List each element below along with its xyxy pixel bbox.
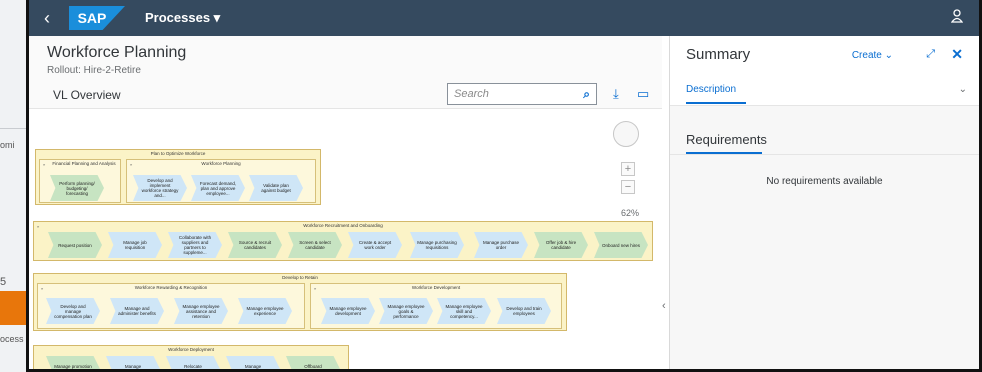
zoom-out-button[interactable]: − — [621, 180, 635, 194]
back-icon[interactable]: ‹ — [29, 8, 65, 29]
view-label: VL Overview — [53, 88, 121, 102]
process-step[interactable]: Perform planning/ budgeting/ forecasting — [50, 175, 104, 201]
process-step[interactable]: Develop and train employees — [497, 298, 551, 324]
process-step[interactable]: Create & accept work order — [348, 232, 402, 258]
background-text: omi — [0, 140, 15, 150]
requirements-title: Requirements — [686, 132, 767, 147]
subgroup-workforce-planning[interactable]: » Workforce Planning Develop and impleme… — [126, 159, 316, 203]
group-recruitment[interactable]: » Workforce Recruitment and Onboarding R… — [33, 221, 653, 261]
summary-tabbar: Description ⌄ — [670, 78, 979, 106]
sap-logo[interactable]: SAP — [69, 6, 125, 30]
process-step[interactable]: Manage employee assistance and retention — [174, 298, 228, 324]
page-subtitle: Rollout: Hire-2-Retire — [47, 65, 141, 76]
process-step[interactable]: Develop and manage compensation plan — [46, 298, 100, 324]
group-deployment[interactable]: Workforce Deployment Manage promotion an… — [33, 345, 349, 369]
group-label: Develop to Retain — [282, 275, 318, 280]
process-step[interactable]: Develop and implement workforce strategy… — [133, 175, 187, 201]
tab-description[interactable]: Description — [686, 84, 736, 95]
page-header: Workforce Planning Rollout: Hire-2-Retir… — [47, 44, 186, 76]
fullscreen-icon[interactable]: ⤢ — [926, 48, 935, 61]
process-step[interactable]: Manage employee experience — [238, 298, 292, 324]
shell-title-menu[interactable]: Processes ▾ — [145, 10, 220, 26]
process-step[interactable]: Forecast demand, plan and approve employ… — [191, 175, 245, 201]
search-icon[interactable]: ⌕ — [583, 87, 590, 102]
page-title: Workforce Planning — [47, 44, 187, 61]
subgroup-financial[interactable]: » Financial Planning and Analysis Perfor… — [39, 159, 121, 203]
process-step[interactable]: Offer job & hire candidate — [534, 232, 588, 258]
process-step[interactable]: Manage employee development — [321, 298, 375, 324]
comment-icon[interactable]: ▭ — [637, 86, 649, 102]
background-number: 5 — [0, 276, 7, 288]
process-content: Workforce Planning Rollout: Hire-2-Retir… — [29, 36, 662, 369]
process-step[interactable]: Onboard new hires — [594, 232, 648, 258]
group-label: Workforce Deployment — [168, 347, 214, 352]
search-input[interactable]: Search ⌕ — [447, 83, 597, 105]
summary-panel: Summary Create ⌄ ⤢ ✕ Description ⌄ Requi… — [669, 36, 979, 369]
background-text-bottom: ocess — [0, 334, 24, 344]
zoom-in-button[interactable]: + — [621, 162, 635, 176]
process-step[interactable]: Validate plan against budget — [249, 175, 303, 201]
summary-header: Summary Create ⌄ ⤢ ✕ — [670, 36, 979, 78]
group-plan-optimize[interactable]: Plan to Optimize Workforce » Financial P… — [35, 149, 321, 205]
subgroup-label: Workforce Rewarding & Recognition — [134, 285, 208, 290]
tab-indicator — [686, 102, 746, 104]
subgroup-label: Workforce Development — [411, 285, 461, 290]
process-step[interactable]: Manage employee goals & performance — [379, 298, 433, 324]
process-step[interactable]: Manage purchasing requisitions — [410, 232, 464, 258]
process-step[interactable]: Collaborate with suppliers and partners … — [168, 232, 222, 258]
group-label: Workforce Recruitment and Onboarding — [303, 223, 383, 228]
summary-title: Summary — [686, 46, 751, 63]
process-step[interactable]: Manage separation... — [226, 356, 280, 369]
close-icon[interactable]: ✕ — [951, 46, 963, 63]
process-step[interactable]: Source & recruit candidates — [228, 232, 282, 258]
pan-control[interactable] — [613, 121, 639, 147]
shell-bar: ‹ SAP Processes ▾ — [29, 0, 979, 36]
group-label: Plan to Optimize Workforce — [150, 151, 206, 156]
process-step[interactable]: Request position — [48, 232, 102, 258]
requirements-divider — [670, 154, 979, 155]
user-icon[interactable] — [950, 9, 964, 26]
search-placeholder: Search — [454, 88, 489, 100]
download-icon[interactable]: ⤓ — [613, 86, 619, 102]
group-develop-retain[interactable]: Develop to Retain » Workforce Rewarding … — [33, 273, 567, 331]
subgroup-label: Workforce Planning — [201, 161, 241, 166]
create-button[interactable]: Create ⌄ — [852, 50, 893, 61]
chevron-down-icon[interactable]: ⌄ — [959, 84, 967, 95]
process-step[interactable]: Relocate employees... — [166, 356, 220, 369]
zoom-level: 62% — [621, 208, 640, 218]
process-step[interactable]: Offboard employee... — [286, 356, 340, 369]
process-diagram[interactable]: + − 62% Plan to Optimize Workforce » Fin… — [29, 109, 662, 369]
subgroup-label: Financial Planning and Analysis — [52, 161, 116, 166]
process-step[interactable]: Manage job requisition — [108, 232, 162, 258]
process-step[interactable]: Manage promotion and demotio... — [46, 356, 100, 369]
subgroup-workforce-development[interactable]: » Workforce Development Manage employee … — [310, 283, 562, 329]
subgroup-rewarding[interactable]: » Workforce Rewarding & Recognition Deve… — [37, 283, 305, 329]
process-step[interactable]: Manage employee skill and competency... — [437, 298, 491, 324]
requirements-empty-text: No requirements available — [766, 176, 883, 187]
process-step[interactable]: Manage workforce... — [106, 356, 160, 369]
process-step[interactable]: Screen & select candidate — [288, 232, 342, 258]
process-window: ‹ SAP Processes ▾ Workforce Planning Rol… — [26, 0, 982, 372]
expand-icon[interactable]: » — [43, 162, 45, 167]
process-step[interactable]: Manage purchase order — [474, 232, 528, 258]
process-step[interactable]: Manage and administer benefits — [110, 298, 164, 324]
